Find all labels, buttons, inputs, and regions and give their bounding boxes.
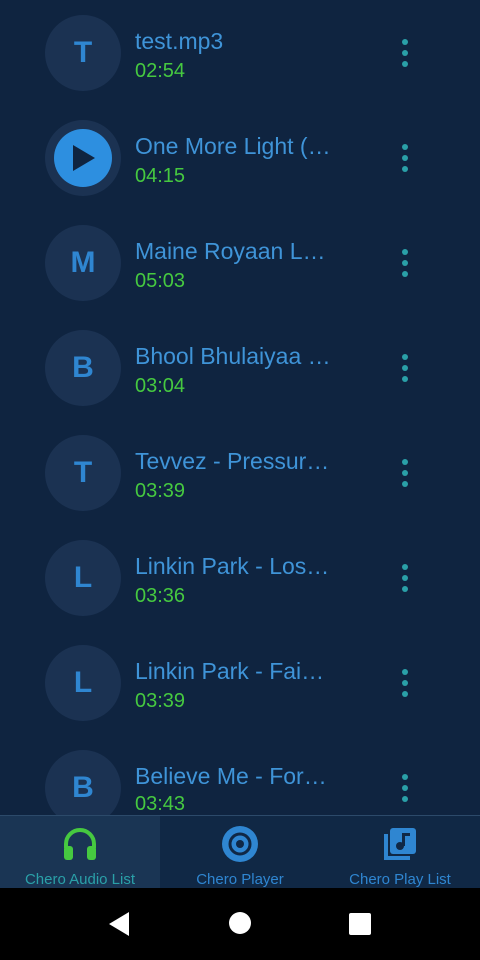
list-item[interactable]: T test.mp3 02:54 <box>0 0 480 105</box>
track-avatar: M <box>45 225 121 301</box>
track-title: Linkin Park - Fai… <box>135 658 325 684</box>
track-avatar: T <box>45 15 121 91</box>
nav-label: Chero Audio List <box>24 871 136 888</box>
list-item[interactable]: M Maine Royaan L… 05:03 <box>0 210 480 315</box>
track-duration: 03:39 <box>135 480 186 502</box>
back-icon[interactable] <box>107 910 131 938</box>
home-icon[interactable] <box>229 912 251 934</box>
track-title: Believe Me - For… <box>135 763 327 789</box>
headphones-icon <box>64 828 96 860</box>
disc-icon <box>222 826 258 862</box>
more-options-icon[interactable] <box>392 33 418 73</box>
audio-list[interactable]: T test.mp3 02:54 One More Light (… 04:15… <box>0 0 480 815</box>
track-title: Maine Royaan L… <box>135 238 326 264</box>
track-duration: 03:04 <box>135 375 186 397</box>
list-item[interactable]: B Bhool Bhulaiyaa … 03:04 <box>0 315 480 420</box>
track-duration: 03:43 <box>135 793 186 815</box>
list-item[interactable]: T Tevvez - Pressur… 03:39 <box>0 420 480 525</box>
list-item[interactable]: B Believe Me - For… 03:43 <box>0 735 480 815</box>
more-options-icon[interactable] <box>392 768 418 808</box>
list-item[interactable]: L Linkin Park - Fai… 03:39 <box>0 630 480 735</box>
track-duration: 03:36 <box>135 585 186 607</box>
recents-icon[interactable] <box>349 913 371 935</box>
more-options-icon[interactable] <box>392 243 418 283</box>
track-title: One More Light (… <box>135 133 331 159</box>
more-options-icon[interactable] <box>392 453 418 493</box>
nav-play-list[interactable]: Chero Play List <box>320 816 480 889</box>
play-icon[interactable] <box>54 129 112 187</box>
bottom-navigation: Chero Audio List Chero Player Chero Play… <box>0 815 480 889</box>
more-options-icon[interactable] <box>392 348 418 388</box>
more-options-icon[interactable] <box>392 663 418 703</box>
track-avatar: L <box>45 540 121 616</box>
list-item[interactable]: One More Light (… 04:15 <box>0 105 480 210</box>
more-options-icon[interactable] <box>392 138 418 178</box>
track-title: test.mp3 <box>135 28 224 54</box>
track-title: Bhool Bhulaiyaa … <box>135 343 331 369</box>
track-avatar: B <box>45 750 121 815</box>
more-options-icon[interactable] <box>392 558 418 598</box>
system-navigation-bar <box>0 888 480 960</box>
track-avatar: B <box>45 330 121 406</box>
track-avatar: L <box>45 645 121 721</box>
nav-audio-list[interactable]: Chero Audio List <box>0 816 160 889</box>
track-duration: 03:39 <box>135 690 186 712</box>
track-duration: 04:15 <box>135 165 186 187</box>
nav-label: Chero Play List <box>349 871 451 888</box>
nav-label: Chero Player <box>196 871 284 888</box>
track-duration: 05:03 <box>135 270 186 292</box>
track-duration: 02:54 <box>135 60 186 82</box>
track-title: Linkin Park - Los… <box>135 553 330 579</box>
track-avatar: T <box>45 435 121 511</box>
music-library-icon <box>384 828 416 860</box>
nav-player[interactable]: Chero Player <box>160 816 320 889</box>
list-item[interactable]: L Linkin Park - Los… 03:36 <box>0 525 480 630</box>
track-title: Tevvez - Pressur… <box>135 448 330 474</box>
track-avatar[interactable] <box>45 120 121 196</box>
